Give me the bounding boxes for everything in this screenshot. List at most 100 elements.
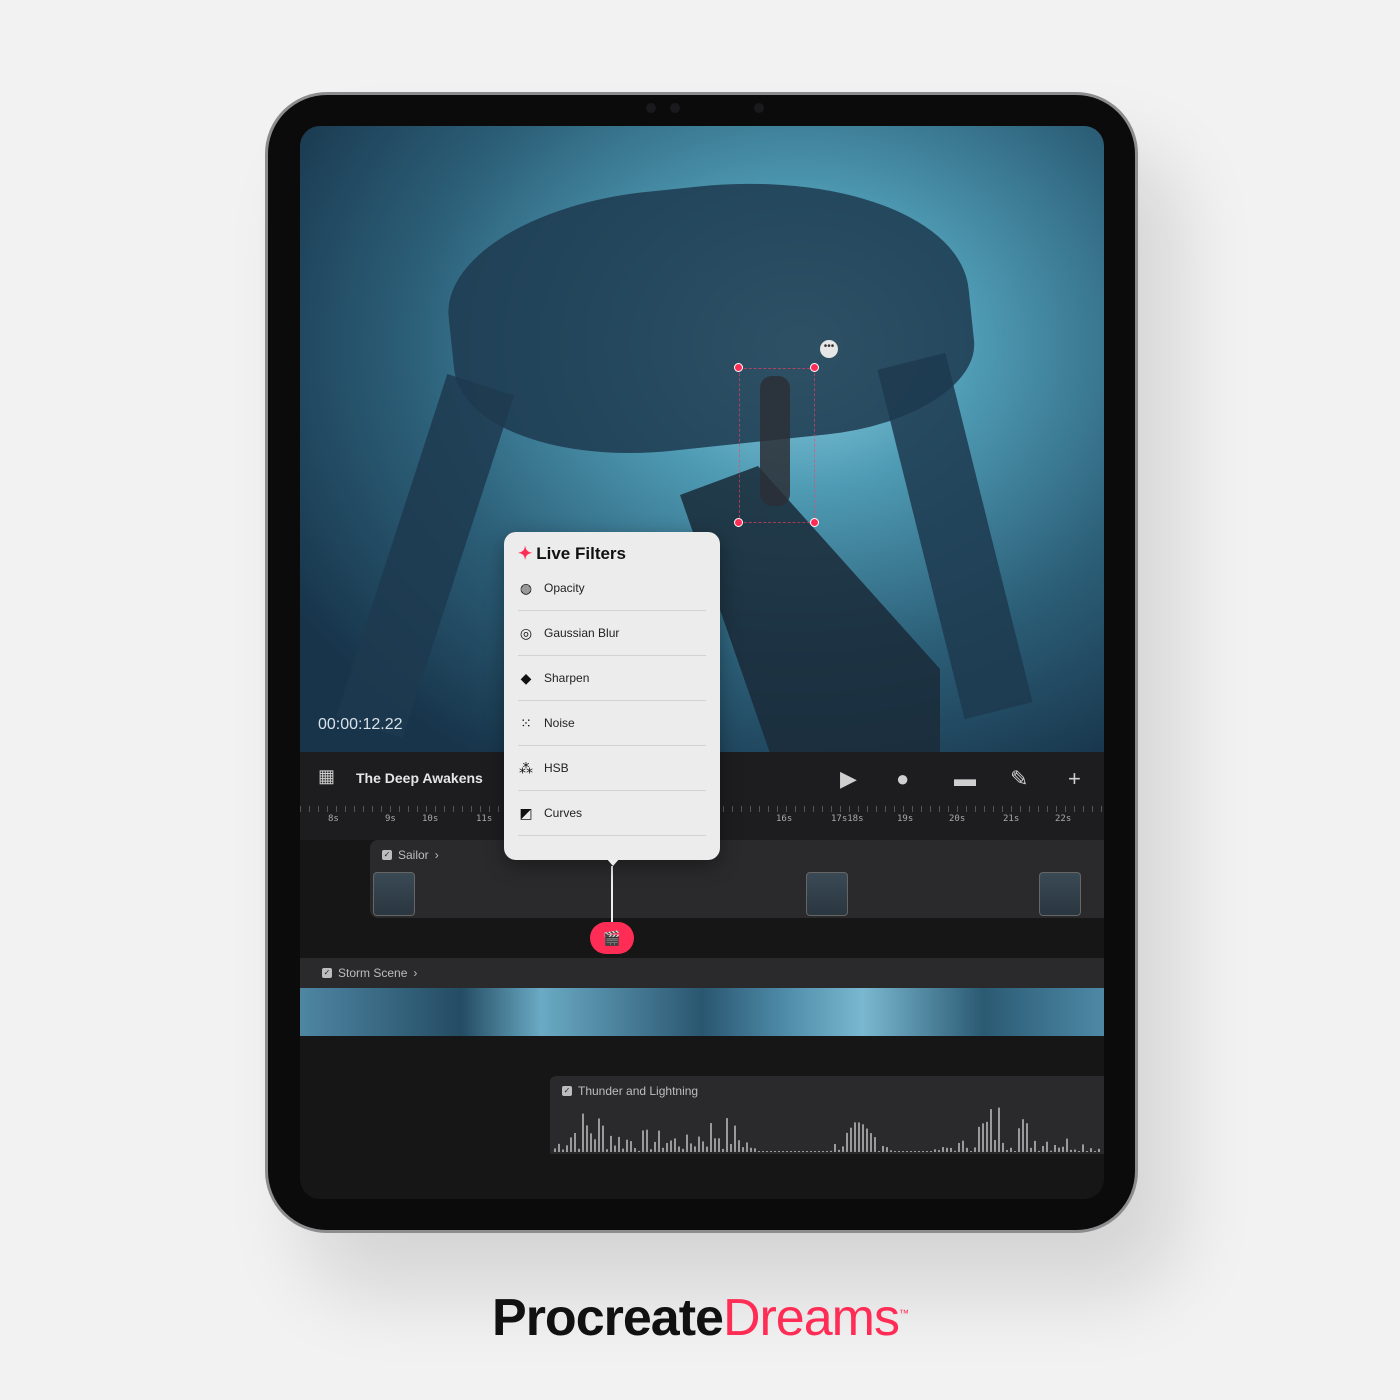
waveform-bar <box>630 1141 632 1152</box>
waveform-bar <box>806 1151 808 1152</box>
filter-label: Sharpen <box>544 671 590 685</box>
waveform-bar <box>598 1118 600 1152</box>
waveform-bar <box>690 1143 692 1152</box>
waveform-bar <box>1030 1147 1032 1152</box>
draw-icon[interactable]: ✎ <box>1010 766 1028 792</box>
waveform-bar <box>902 1151 904 1152</box>
filter-curves[interactable]: ◩ Curves <box>518 791 706 836</box>
waveform-bar <box>694 1146 696 1152</box>
waveform-bar <box>754 1148 756 1152</box>
waveform-bar <box>910 1151 912 1152</box>
waveform-bar <box>982 1123 984 1152</box>
waveform-bar <box>918 1151 920 1152</box>
waveform-bar <box>1018 1128 1020 1152</box>
waveform-bar <box>814 1151 816 1152</box>
waveform-bar <box>1042 1145 1044 1152</box>
waveform-bar <box>626 1139 628 1152</box>
ruler-tick: 22s <box>1055 814 1072 824</box>
track-thunder-and-lightning[interactable]: ✓ Thunder and Lightning <box>550 1076 1104 1154</box>
waveform-bar <box>894 1151 896 1152</box>
track-label: Thunder and Lightning <box>578 1084 699 1098</box>
hsb-icon: ⁂ <box>519 759 533 776</box>
waveform-bar <box>906 1151 908 1152</box>
filter-opacity[interactable]: ◍ Opacity <box>518 566 706 611</box>
checkbox-icon[interactable]: ✓ <box>322 968 332 978</box>
filter-hsb[interactable]: ⁂ HSB <box>518 746 706 791</box>
ruler-tick: 17s18s <box>831 814 864 824</box>
selection-handle[interactable] <box>734 363 743 372</box>
waveform-bar <box>610 1135 612 1152</box>
keyframe-thumbnail[interactable] <box>373 872 415 916</box>
waveform-bar <box>990 1109 992 1152</box>
storm-scene-filmstrip[interactable] <box>300 988 1104 1036</box>
ruler-tick: 20s <box>949 814 966 824</box>
camera <box>670 103 680 113</box>
track-label: Storm Scene <box>338 966 408 980</box>
waveform-bar <box>1022 1119 1024 1152</box>
ruler-tick: 19s <box>897 814 914 824</box>
selection-handle[interactable] <box>734 518 743 527</box>
waveform-bar <box>1098 1148 1100 1152</box>
waveform-bar <box>818 1151 820 1152</box>
waveform-bar <box>674 1138 676 1152</box>
selection-box[interactable] <box>739 368 815 523</box>
track-label: Sailor <box>398 848 429 862</box>
opacity-icon: ◍ <box>519 579 533 596</box>
waveform-bar <box>1046 1141 1048 1152</box>
ruler-tick: 8s <box>328 814 339 824</box>
waveform-bar <box>926 1151 928 1152</box>
waveform-bar <box>962 1140 964 1152</box>
chevron-right-icon[interactable]: › <box>413 966 417 980</box>
keyframe-thumbnail[interactable] <box>806 872 848 916</box>
waveform-bar <box>562 1149 564 1152</box>
selection-handle[interactable] <box>810 518 819 527</box>
waveform-bar <box>946 1147 948 1152</box>
waveform-bar <box>766 1151 768 1152</box>
waveform-bar <box>786 1151 788 1152</box>
noise-icon: ⁙ <box>520 714 532 731</box>
layers-icon[interactable]: ▬ <box>954 766 976 792</box>
waveform-bar <box>870 1133 872 1152</box>
more-options-button[interactable]: ••• <box>820 340 838 358</box>
play-icon[interactable]: ▶ <box>840 766 857 792</box>
waveform-bar <box>838 1149 840 1152</box>
waveform-bar <box>726 1118 728 1152</box>
waveform-bar <box>678 1146 680 1152</box>
waveform-bar <box>710 1123 712 1152</box>
playhead-line <box>611 866 613 924</box>
camera <box>646 103 656 113</box>
waveform-bar <box>730 1143 732 1152</box>
filter-noise[interactable]: ⁙ Noise <box>518 701 706 746</box>
waveform-bar <box>574 1133 576 1152</box>
waveform-bar <box>570 1137 572 1152</box>
waveform-bar <box>662 1147 664 1152</box>
filter-gaussian-blur[interactable]: ◎ Gaussian Blur <box>518 611 706 656</box>
filter-label: Gaussian Blur <box>544 626 620 640</box>
waveform-bar <box>994 1140 996 1152</box>
waveform-bar <box>890 1150 892 1152</box>
filter-sharpen[interactable]: ◆ Sharpen <box>518 656 706 701</box>
filter-label: Noise <box>544 716 575 730</box>
add-icon[interactable]: + <box>1068 766 1081 792</box>
grid-menu-icon[interactable]: ▦ <box>318 766 335 787</box>
selection-handle[interactable] <box>810 363 819 372</box>
checkbox-icon[interactable]: ✓ <box>562 1086 572 1096</box>
waveform-bar <box>790 1151 792 1152</box>
waveform-bar <box>778 1151 780 1152</box>
track-storm-scene[interactable]: ✓ Storm Scene › <box>300 958 1104 988</box>
track-sailor[interactable]: ✓ Sailor › <box>370 840 1104 918</box>
curves-icon: ◩ <box>519 804 533 821</box>
record-icon[interactable]: ● <box>896 766 909 792</box>
checkbox-icon[interactable]: ✓ <box>382 850 392 860</box>
waveform-bar <box>826 1151 828 1152</box>
waveform-bar <box>1038 1150 1040 1152</box>
waveform-bar <box>1090 1148 1092 1152</box>
waveform-bar <box>638 1150 640 1152</box>
waveform-bar <box>978 1126 980 1152</box>
waveform-bar <box>746 1142 748 1152</box>
waveform-bar <box>758 1151 760 1152</box>
chevron-right-icon[interactable]: › <box>435 848 439 862</box>
playhead-clapper-button[interactable]: 🎬 <box>590 922 634 954</box>
keyframe-thumbnail[interactable] <box>1039 872 1081 916</box>
waveform-bar <box>658 1130 660 1152</box>
